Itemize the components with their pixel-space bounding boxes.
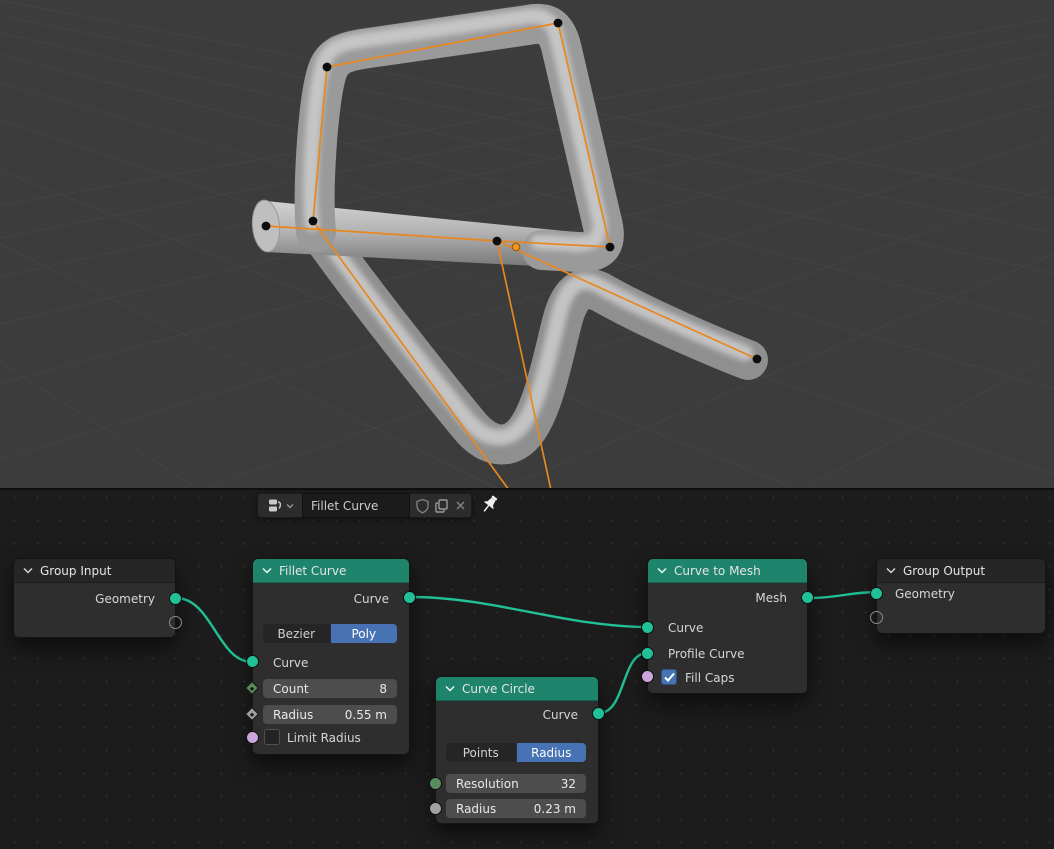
resolution-value: 32 (561, 777, 576, 791)
node-tree-type-button[interactable] (257, 493, 302, 518)
input-profile-curve-label: Profile Curve (668, 646, 745, 662)
socket-curve-input[interactable] (246, 655, 259, 668)
collapse-chevron-icon[interactable] (657, 567, 667, 574)
node-title: Group Output (903, 564, 985, 578)
socket-resolution-input[interactable] (429, 777, 442, 790)
input-curve-label: Curve (273, 655, 308, 671)
collapse-chevron-icon[interactable] (886, 567, 896, 574)
output-mesh-label: Mesh (755, 590, 787, 606)
socket-circle-radius-input[interactable] (429, 802, 442, 815)
checkmark-icon (663, 672, 676, 683)
link-filletcurve-curvetomesh (411, 597, 647, 627)
radius-value: 0.55 m (345, 708, 387, 722)
geometry-node-editor[interactable]: Fillet Curve (0, 490, 1054, 849)
output-curve-label: Curve (543, 707, 578, 723)
collapse-chevron-icon[interactable] (262, 567, 272, 574)
link-curvetomesh-groupoutput (810, 592, 878, 598)
link-curvecircle-profilecurve (599, 653, 647, 713)
node-tree-name-field[interactable]: Fillet Curve (302, 493, 410, 518)
radius-label: Radius (273, 708, 313, 722)
limit-radius-checkbox[interactable] (264, 729, 280, 745)
node-curve-to-mesh[interactable]: Curve to Mesh Mesh Curve Profile Curve F… (647, 558, 808, 694)
socket-curve-output[interactable] (403, 591, 416, 604)
resolution-field[interactable]: Resolution 32 (446, 774, 586, 793)
socket-limit-radius-input[interactable] (246, 731, 259, 744)
socket-geometry-output[interactable] (169, 592, 182, 605)
circle-radius-field[interactable]: Radius 0.23 m (446, 799, 586, 818)
node-title: Fillet Curve (279, 564, 346, 578)
node-group-output-header[interactable]: Group Output (877, 559, 1045, 583)
socket-curve-input[interactable] (641, 621, 654, 634)
node-curve-to-mesh-header[interactable]: Curve to Mesh (648, 559, 807, 583)
node-title: Group Input (40, 564, 111, 578)
node-curve-circle-header[interactable]: Curve Circle (436, 677, 598, 701)
radius-field[interactable]: Radius 0.55 m (263, 705, 397, 724)
socket-virtual-output[interactable] (169, 616, 182, 629)
node-title: Curve Circle (462, 682, 535, 696)
node-group-output[interactable]: Group Output Geometry (876, 558, 1046, 634)
output-geometry-label: Geometry (95, 591, 155, 607)
count-value: 8 (379, 682, 387, 696)
mode-poly-button[interactable]: Poly (331, 624, 398, 643)
input-curve-label: Curve (668, 620, 703, 636)
link-groupinput-filletcurve (176, 598, 252, 662)
socket-geometry-input[interactable] (870, 587, 883, 600)
node-group-input-header[interactable]: Group Input (14, 559, 175, 583)
socket-mesh-output[interactable] (801, 591, 814, 604)
circle-mode-segmented: Points Radius (446, 743, 586, 762)
collapse-chevron-icon[interactable] (445, 685, 455, 692)
object-origin-dot (512, 243, 520, 251)
node-tree-selector: Fillet Curve (257, 493, 472, 518)
socket-fill-caps-input[interactable] (641, 670, 654, 683)
node-tree-icon (267, 497, 284, 514)
node-title: Curve to Mesh (674, 564, 761, 578)
blender-window: Fillet Curve (0, 0, 1054, 849)
viewport-scene (0, 0, 1054, 488)
node-fillet-curve-header[interactable]: Fillet Curve (253, 559, 409, 583)
viewport-3d[interactable] (0, 0, 1054, 490)
pin-icon[interactable] (478, 494, 500, 518)
mode-points-button[interactable]: Points (446, 743, 516, 762)
socket-virtual-input[interactable] (870, 611, 883, 624)
fillet-mode-segmented: Bezier Poly (263, 624, 397, 643)
limit-radius-label: Limit Radius (287, 730, 361, 746)
circle-radius-label: Radius (456, 802, 496, 816)
mode-radius-button[interactable]: Radius (517, 743, 587, 762)
count-field[interactable]: Count 8 (263, 679, 397, 698)
collapse-chevron-icon[interactable] (23, 567, 33, 574)
circle-radius-value: 0.23 m (534, 802, 576, 816)
output-curve-label: Curve (354, 591, 389, 607)
mode-bezier-button[interactable]: Bezier (263, 624, 330, 643)
resolution-label: Resolution (456, 777, 519, 791)
fill-caps-checkbox[interactable] (661, 669, 677, 685)
socket-profile-curve-input[interactable] (641, 647, 654, 660)
node-group-input[interactable]: Group Input Geometry (13, 558, 176, 638)
shield-icon[interactable] (415, 498, 430, 514)
close-icon[interactable] (454, 499, 467, 512)
tree-action-buttons (410, 493, 472, 518)
input-geometry-label: Geometry (895, 586, 955, 602)
node-curve-circle[interactable]: Curve Circle Curve Points Radius Resolut… (435, 676, 599, 824)
node-fillet-curve[interactable]: Fillet Curve Curve Bezier Poly Curve Cou… (252, 558, 410, 755)
chevron-down-icon (286, 503, 294, 509)
duplicate-icon[interactable] (434, 498, 449, 514)
fill-caps-label: Fill Caps (685, 670, 734, 686)
count-label: Count (273, 682, 309, 696)
socket-curve-output[interactable] (592, 707, 605, 720)
